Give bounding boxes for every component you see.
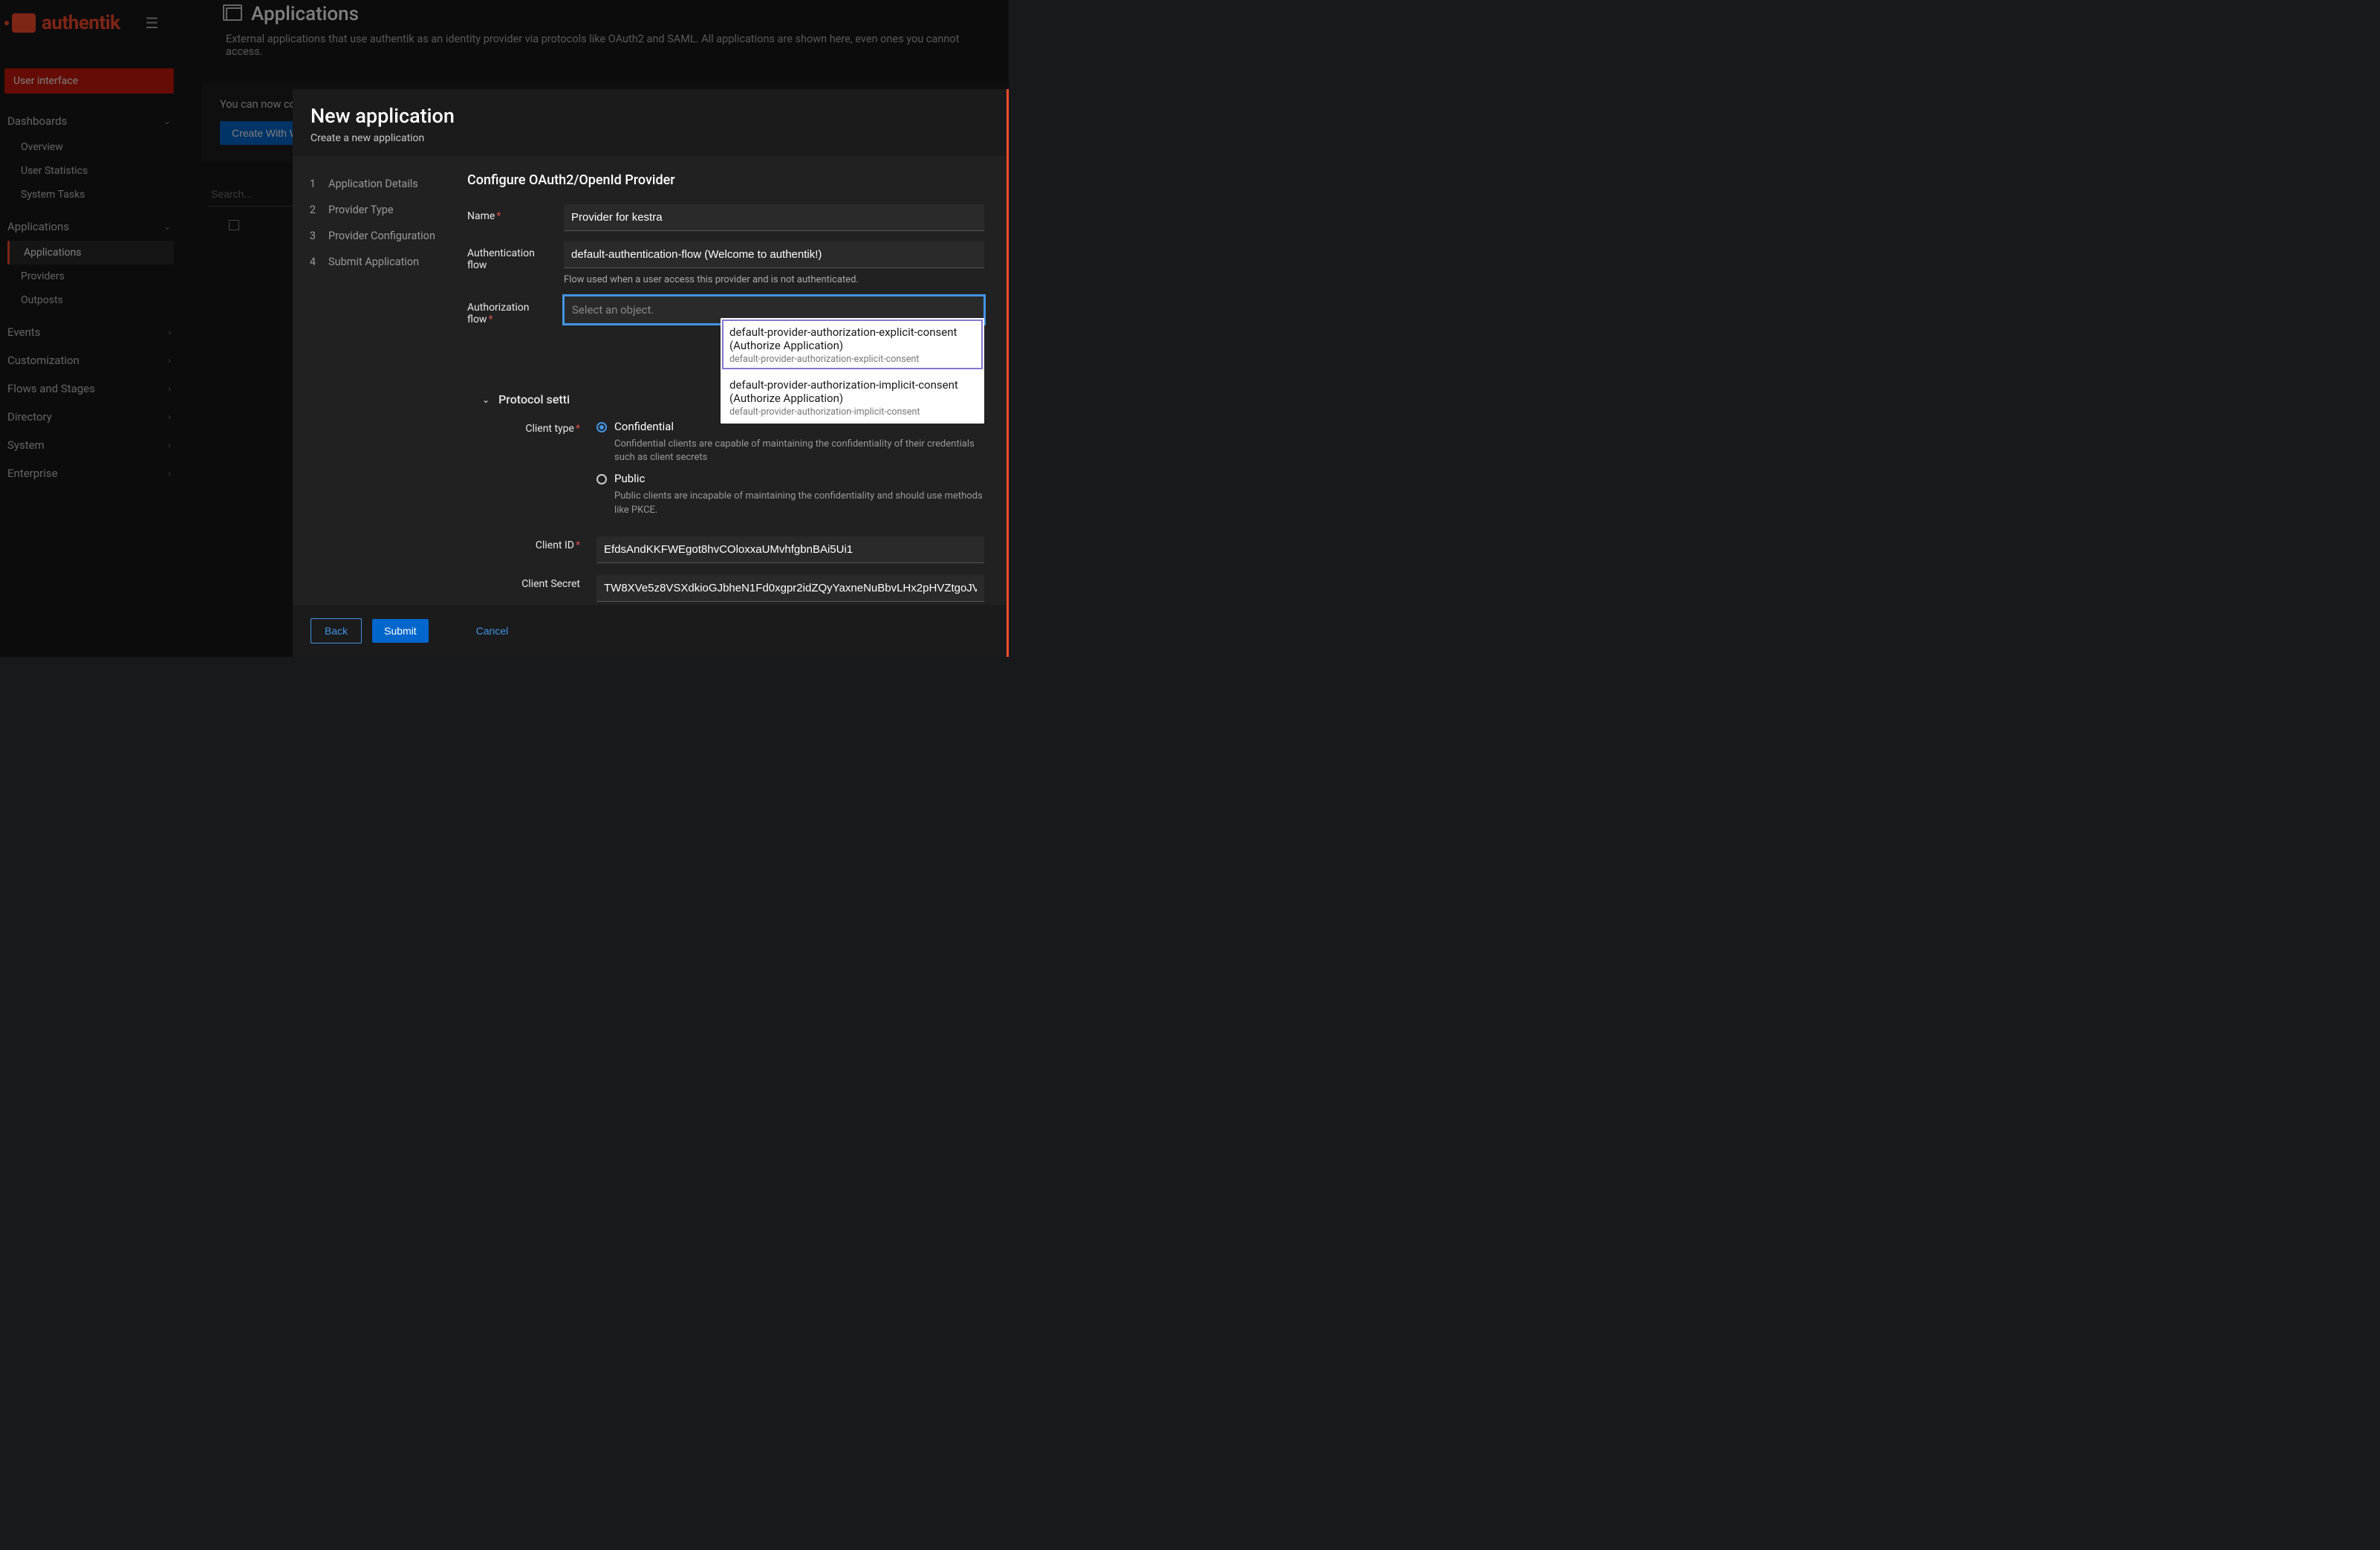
page-title: Applications [251,3,359,25]
sidebar-item-user-statistics[interactable]: User Statistics [4,159,174,183]
client-id-label: Client ID* [501,536,589,551]
wizard-steps: 1Application Details 2Provider Type 3Pro… [293,156,451,605]
modal-title: New application [310,104,989,128]
sidebar-item-outposts[interactable]: Outposts [4,288,174,312]
dropdown-option-implicit[interactable]: default-provider-authorization-implicit-… [721,371,984,424]
user-interface-button[interactable]: User interface [4,68,174,94]
sidebar-group-directory[interactable]: Directory› [4,403,174,431]
form-title: Configure OAuth2/OpenId Provider [467,172,984,188]
submit-button[interactable]: Submit [372,619,429,643]
client-type-label: Client type* [501,420,589,435]
authz-flow-label: Authorization flow* [467,296,556,325]
sidebar-item-overview[interactable]: Overview [4,135,174,159]
select-all-checkbox[interactable] [229,220,239,230]
cancel-button[interactable]: Cancel [466,619,519,643]
auth-flow-helper: Flow used when a user access this provid… [564,274,984,285]
chevron-right-icon: › [168,327,171,337]
brand-text: authentik [42,12,120,34]
client-type-public[interactable]: Public [596,472,984,485]
form-area: Configure OAuth2/OpenId Provider Name* A… [451,156,1007,605]
chevron-right-icon: › [168,355,171,366]
applications-icon [226,7,242,21]
sidebar-item-system-tasks[interactable]: System Tasks [4,183,174,207]
logo-icon [12,13,36,33]
sidebar-group-events[interactable]: Events› [4,318,174,346]
name-input[interactable] [564,204,984,231]
radio-icon [596,422,607,432]
sidebar-item-applications[interactable]: Applications [7,241,174,265]
sidebar-item-providers[interactable]: Providers [4,265,174,288]
client-secret-label: Client Secret [501,575,589,590]
modal-footer: Back Submit Cancel [293,605,1007,657]
confidential-help: Confidential clients are capable of main… [614,438,984,464]
menu-toggle-icon[interactable]: ☰ [146,14,159,32]
page-subtitle: External applications that use authentik… [226,33,985,58]
sidebar-group-dashboards[interactable]: Dashboards⌄ [4,107,174,135]
sidebar-group-customization[interactable]: Customization› [4,346,174,374]
radio-icon [596,474,607,484]
back-button[interactable]: Back [310,618,362,643]
public-help: Public clients are incapable of maintain… [614,490,984,516]
chevron-down-icon: ⌄ [163,116,171,126]
name-label: Name* [467,204,556,222]
chevron-right-icon: › [168,468,171,479]
sidebar: User interface Dashboards⌄ Overview User… [0,46,178,657]
new-application-modal: New application Create a new application… [293,89,1009,657]
client-id-input[interactable] [596,536,984,563]
sidebar-group-system[interactable]: System› [4,431,174,459]
chevron-right-icon: › [168,383,171,394]
chevron-down-icon: ⌄ [163,221,171,232]
step-provider-configuration[interactable]: 3Provider Configuration [308,223,443,249]
sidebar-group-applications[interactable]: Applications⌄ [4,213,174,241]
step-provider-type[interactable]: 2Provider Type [308,197,443,223]
authz-flow-dropdown: default-provider-authorization-explicit-… [721,318,984,424]
client-secret-input[interactable] [596,575,984,602]
chevron-right-icon: › [168,412,171,422]
chevron-right-icon: › [168,440,171,450]
step-submit-application[interactable]: 4Submit Application [308,249,443,275]
sidebar-group-flows[interactable]: Flows and Stages› [4,374,174,403]
step-application-details[interactable]: 1Application Details [308,171,443,197]
logo[interactable]: authentik [12,12,120,34]
auth-flow-label: Authentication flow [467,241,556,271]
chevron-down-icon: ⌄ [482,395,490,405]
auth-flow-select[interactable] [564,241,984,268]
dropdown-option-explicit[interactable]: default-provider-authorization-explicit-… [721,318,984,371]
sidebar-group-enterprise[interactable]: Enterprise› [4,459,174,487]
modal-subtitle: Create a new application [310,132,989,144]
